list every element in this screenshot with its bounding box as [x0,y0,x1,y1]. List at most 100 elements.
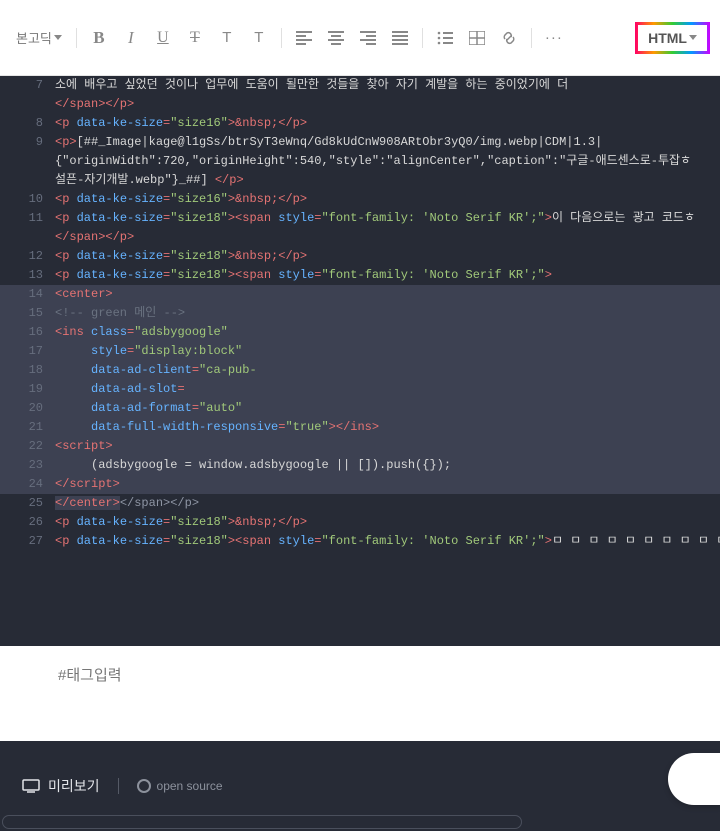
line-number [0,152,55,171]
code-content[interactable]: <p data-ke-size="size16">&nbsp;</p> [55,114,720,133]
code-content[interactable]: data-full-width-responsive="true"></ins> [55,418,720,437]
chevron-down-icon [54,35,62,40]
code-line[interactable]: 설픈-자기개발.webp"}_##] </p> [0,171,720,190]
code-content[interactable]: <p data-ke-size="size16">&nbsp;</p> [55,190,720,209]
separator [281,28,282,48]
bold-button[interactable]: B [85,24,113,52]
align-left-button[interactable] [290,24,318,52]
code-line[interactable]: 13<p data-ke-size="size18"><span style="… [0,266,720,285]
code-line[interactable]: 19 data-ad-slot= [0,380,720,399]
link-button[interactable] [495,24,523,52]
code-line[interactable]: 7소에 배우고 싶었던 것이나 업무에 도움이 될만한 것들을 찾아 자기 계발… [0,76,720,95]
chevron-down-icon [689,35,697,40]
line-number: 25 [0,494,55,513]
code-line[interactable]: 21 data-full-width-responsive="true"></i… [0,418,720,437]
line-number: 17 [0,342,55,361]
code-line[interactable]: 14<center> [0,285,720,304]
code-content[interactable]: <ins class="adsbygoogle" [55,323,720,342]
code-content[interactable]: <p data-ke-size="size18"><span style="fo… [55,532,720,551]
code-content[interactable]: <p data-ke-size="size18">&nbsp;</p> [55,247,720,266]
code-line[interactable]: 27<p data-ke-size="size18"><span style="… [0,532,720,551]
code-line[interactable]: 23 (adsbygoogle = window.adsbygoogle || … [0,456,720,475]
line-number: 14 [0,285,55,304]
separator [422,28,423,48]
code-line[interactable]: 9<p>[##_Image|kage@l1gSs/btrSyT3eWnq/Gd8… [0,133,720,152]
preview-button[interactable]: 미리보기 [22,776,100,796]
code-content[interactable]: style="display:block" [55,342,720,361]
footer-input[interactable] [2,815,522,829]
line-number: 11 [0,209,55,228]
line-number: 22 [0,437,55,456]
text-bg-button[interactable]: T [245,24,273,52]
code-content[interactable]: <p data-ke-size="size18">&nbsp;</p> [55,513,720,532]
code-content[interactable]: </center></span></p> [55,494,720,513]
code-content[interactable]: </span></p> [55,228,720,247]
code-line[interactable]: 18 data-ad-client="ca-pub- [0,361,720,380]
code-line[interactable]: 10<p data-ke-size="size16">&nbsp;</p> [0,190,720,209]
code-line[interactable]: 22<script> [0,437,720,456]
line-number: 26 [0,513,55,532]
code-content[interactable]: <p>[##_Image|kage@l1gSs/btrSyT3eWnq/Gd8k… [55,133,720,152]
line-number: 10 [0,190,55,209]
html-mode-button[interactable]: HTML [635,22,710,54]
code-line[interactable]: 8<p data-ke-size="size16">&nbsp;</p> [0,114,720,133]
code-line[interactable]: 11<p data-ke-size="size18"><span style="… [0,209,720,228]
code-line[interactable]: 16<ins class="adsbygoogle" [0,323,720,342]
line-number: 15 [0,304,55,323]
code-line[interactable]: 26<p data-ke-size="size18">&nbsp;</p> [0,513,720,532]
code-content[interactable]: </script> [55,475,720,494]
strike-button[interactable]: T [181,24,209,52]
code-content[interactable]: data-ad-client="ca-pub- [55,361,720,380]
align-right-button[interactable] [354,24,382,52]
align-justify-button[interactable] [386,24,414,52]
code-line[interactable]: 25</center></span></p> [0,494,720,513]
font-family-select[interactable]: 본고딕 [10,24,68,51]
code-content[interactable]: 소에 배우고 싶었던 것이나 업무에 도움이 될만한 것들을 찾아 자기 계발을… [55,76,720,95]
code-content[interactable]: <p data-ke-size="size18"><span style="fo… [55,209,720,228]
line-number: 23 [0,456,55,475]
code-content[interactable]: <center> [55,285,720,304]
table-button[interactable] [463,24,491,52]
line-number: 18 [0,361,55,380]
line-number [0,95,55,114]
floating-action-button[interactable] [668,753,720,805]
code-editor[interactable]: 7소에 배우고 싶었던 것이나 업무에 도움이 될만한 것들을 찾아 자기 계발… [0,76,720,646]
code-line[interactable]: </span></p> [0,228,720,247]
underline-button[interactable]: U [149,24,177,52]
code-content[interactable]: <script> [55,437,720,456]
text-color-button[interactable]: T [213,24,241,52]
open-source-icon [137,779,151,793]
open-source-link[interactable]: open source [137,779,223,793]
separator [118,778,119,794]
line-number [0,228,55,247]
line-number: 12 [0,247,55,266]
code-content[interactable]: <!-- green 메인 --> [55,304,720,323]
line-number: 8 [0,114,55,133]
code-content[interactable]: 설픈-자기개발.webp"}_##] </p> [55,171,720,190]
line-number: 21 [0,418,55,437]
code-line[interactable]: </span></p> [0,95,720,114]
code-line[interactable]: {"originWidth":720,"originHeight":540,"s… [0,152,720,171]
code-line[interactable]: 24</script> [0,475,720,494]
tag-input[interactable]: #태그입력 [0,646,720,703]
code-content[interactable]: <p data-ke-size="size18"><span style="fo… [55,266,720,285]
preview-label: 미리보기 [48,776,100,796]
code-line[interactable]: 17 style="display:block" [0,342,720,361]
code-content[interactable]: {"originWidth":720,"originHeight":540,"s… [55,152,720,171]
code-line[interactable]: 20 data-ad-format="auto" [0,399,720,418]
line-number: 20 [0,399,55,418]
code-content[interactable]: (adsbygoogle = window.adsbygoogle || [])… [55,456,720,475]
code-content[interactable]: </span></p> [55,95,720,114]
line-number: 7 [0,76,55,95]
code-content[interactable]: data-ad-slot= [55,380,720,399]
code-line[interactable]: 15<!-- green 메인 --> [0,304,720,323]
list-button[interactable] [431,24,459,52]
italic-button[interactable]: I [117,24,145,52]
align-center-button[interactable] [322,24,350,52]
more-button[interactable]: ··· [540,24,568,52]
line-number: 16 [0,323,55,342]
separator [76,28,77,48]
code-content[interactable]: data-ad-format="auto" [55,399,720,418]
separator [531,28,532,48]
code-line[interactable]: 12<p data-ke-size="size18">&nbsp;</p> [0,247,720,266]
